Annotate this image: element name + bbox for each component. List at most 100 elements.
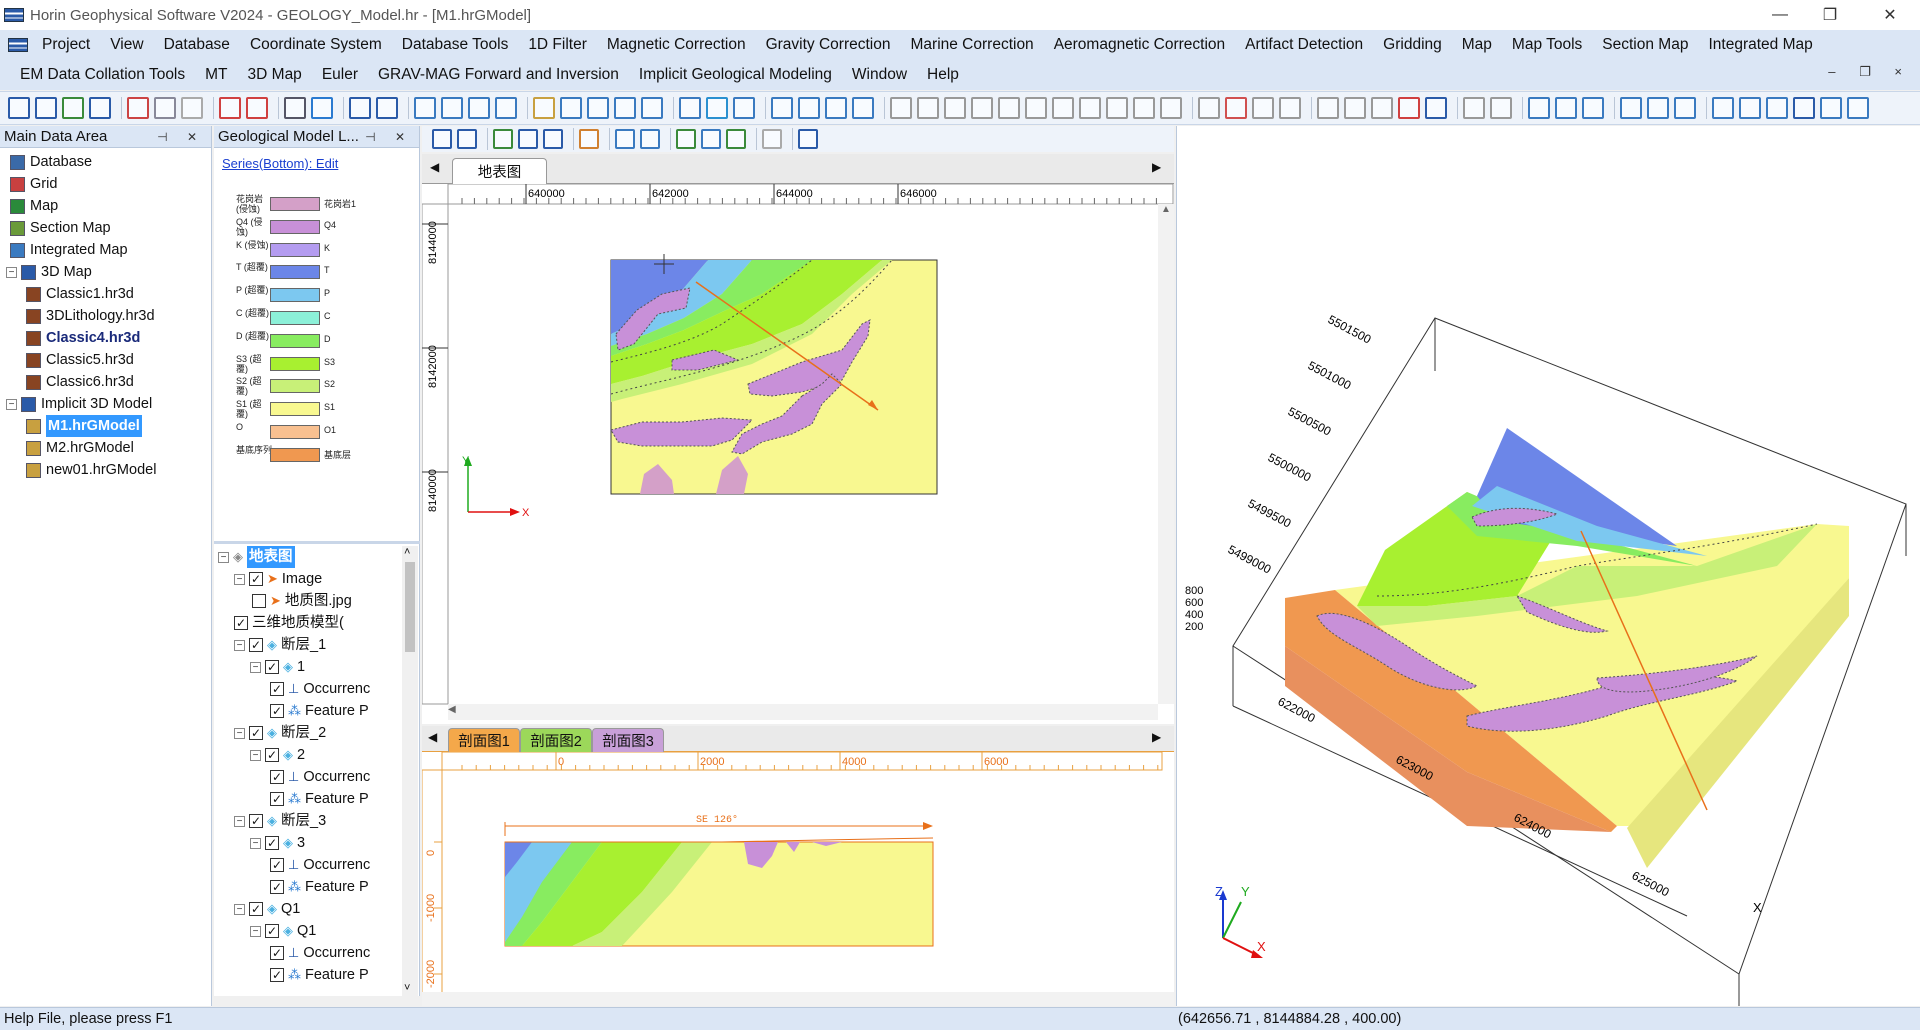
map-view[interactable]: 640000 642000 644000 646000 8144000 8142000 81… [422, 184, 1174, 724]
menu-map-tools[interactable]: Map Tools [1502, 36, 1592, 54]
toolbar-tool-47-icon[interactable] [1398, 97, 1420, 119]
section-tab-left-icon[interactable]: ◀ [428, 730, 437, 744]
view-3d[interactable]: 5501500 5501000 5500500 5500000 5499500 54990… [1176, 126, 1920, 1006]
menu-aeromagnetic-correction[interactable]: Aeromagnetic Correction [1044, 36, 1235, 54]
menu-3d-map[interactable]: 3D Map [238, 66, 312, 84]
toolbar-tool-18-icon[interactable] [560, 97, 582, 119]
toolbar-tool-19-icon[interactable] [587, 97, 609, 119]
layer-tree-root[interactable]: − ◈ 地表图 [218, 546, 404, 568]
toolbar-tool-14-icon[interactable] [441, 97, 463, 119]
toolbar-tool-28-icon[interactable] [852, 97, 874, 119]
toolbar-tool-31-icon[interactable] [944, 97, 966, 119]
menu-gridding[interactable]: Gridding [1373, 36, 1452, 54]
toolbar-tool-57-icon[interactable] [1712, 97, 1734, 119]
toolbar-tool-59-icon[interactable] [1766, 97, 1788, 119]
toolbar-tool-36-icon[interactable] [1079, 97, 1101, 119]
layer-tree-item[interactable]: − ✓ ◈ 2 [218, 744, 404, 766]
toolbar-tool-12-icon[interactable] [376, 97, 398, 119]
view-tool-0-icon[interactable] [432, 129, 452, 149]
menu-implicit-geological-modeling[interactable]: Implicit Geological Modeling [629, 66, 842, 84]
toolbar-tool-51-icon[interactable] [1528, 97, 1550, 119]
view-tool-7-icon[interactable] [579, 129, 599, 149]
tree-item-m2-hrgmodel[interactable]: M2.hrGModel [0, 437, 211, 459]
menu-app-icon[interactable] [8, 38, 28, 52]
legend-row[interactable]: K (侵蚀) K [214, 240, 384, 260]
toolbar-tool-40-icon[interactable] [1198, 97, 1220, 119]
toolbar-tool-54-icon[interactable] [1620, 97, 1642, 119]
collapse-icon[interactable]: − [6, 266, 17, 278]
toolbar-tool-56-icon[interactable] [1674, 97, 1696, 119]
toolbar-tool-0-icon[interactable] [8, 97, 30, 119]
layer-tree-item[interactable]: ✓ ⁂ Feature P [218, 876, 404, 898]
toolbar-tool-44-icon[interactable] [1317, 97, 1339, 119]
toolbar-tool-21-icon[interactable] [641, 97, 663, 119]
layer-tree-item[interactable]: ✓ ⊥ Occurrenc [218, 942, 404, 964]
mdi-window-controls[interactable]: – ❐ × [1828, 64, 1912, 80]
legend-row[interactable]: T (超覆) T [214, 262, 384, 282]
layer-tree-item[interactable]: ➤ 地质图.jpg [218, 590, 404, 612]
tree-item-3dlithology-hr3d[interactable]: 3DLithology.hr3d [0, 305, 211, 327]
layer-checkbox[interactable]: ✓ [265, 924, 279, 938]
toolbar-tool-10-icon[interactable] [311, 97, 333, 119]
collapse-icon[interactable]: − [250, 661, 261, 673]
collapse-icon[interactable]: − [218, 551, 229, 563]
legend-row[interactable]: S3 (超覆) S3 [214, 354, 384, 374]
toolbar-tool-17-icon[interactable] [533, 97, 555, 119]
tab-scroll-left-icon[interactable]: ◀ [430, 160, 439, 174]
toolbar-tool-22-icon[interactable] [679, 97, 701, 119]
legend-swatch[interactable] [270, 219, 320, 234]
tree-item-m1-hrgmodel[interactable]: M1.hrGModel [0, 415, 211, 437]
toolbar-tool-2-icon[interactable] [62, 97, 84, 119]
layer-tree-item[interactable]: − ✓ ➤ Image [218, 568, 404, 590]
tree-item-grid[interactable]: Grid [0, 173, 211, 195]
toolbar-tool-45-icon[interactable] [1344, 97, 1366, 119]
layer-tree-item[interactable]: ✓ ⊥ Occurrenc [218, 678, 404, 700]
pin-close-icons[interactable]: ⊣ ✕ [157, 130, 205, 144]
tree-item-3d-map[interactable]: − 3D Map [0, 261, 211, 283]
layer-checkbox[interactable]: ✓ [265, 748, 279, 762]
view-tool-4-icon[interactable] [518, 129, 538, 149]
toolbar-tool-32-icon[interactable] [971, 97, 993, 119]
menu-section-map[interactable]: Section Map [1592, 36, 1698, 54]
tree-item-map[interactable]: Map [0, 195, 211, 217]
panel-splitter[interactable] [214, 541, 420, 544]
tree-item-classic4-hr3d[interactable]: Classic4.hr3d [0, 327, 211, 349]
toolbar-tool-24-icon[interactable] [733, 97, 755, 119]
tab-scroll-right-icon[interactable]: ▶ [1152, 160, 1161, 174]
legend-row[interactable]: S2 (超覆) S2 [214, 376, 384, 396]
toolbar-tool-8-icon[interactable] [246, 97, 268, 119]
layer-tree-item[interactable]: ✓ ⊥ Occurrenc [218, 766, 404, 788]
tree-item-database[interactable]: Database [0, 151, 211, 173]
menu-view[interactable]: View [100, 36, 153, 54]
toolbar-tool-6-icon[interactable] [181, 97, 203, 119]
tree-item-section-map[interactable]: Section Map [0, 217, 211, 239]
toolbar-tool-27-icon[interactable] [825, 97, 847, 119]
geo-pin-close-icons[interactable]: ⊣ ✕ [365, 130, 413, 144]
toolbar-tool-61-icon[interactable] [1820, 97, 1842, 119]
legend-swatch[interactable] [270, 425, 320, 439]
menu-database-tools[interactable]: Database Tools [392, 36, 519, 54]
view-tool-1-icon[interactable] [457, 129, 477, 149]
toolbar-tool-49-icon[interactable] [1463, 97, 1485, 119]
tab-section-3[interactable]: 剖面图3 [592, 728, 664, 752]
series-edit-link[interactable]: Series(Bottom): Edit [222, 156, 338, 171]
tree-item-new01-hrgmodel[interactable]: new01.hrGModel [0, 459, 211, 481]
layer-checkbox[interactable]: ✓ [270, 858, 284, 872]
view-tool-3-icon[interactable] [493, 129, 513, 149]
layer-checkbox[interactable]: ✓ [270, 770, 284, 784]
layer-checkbox[interactable]: ✓ [234, 616, 248, 630]
toolbar-tool-46-icon[interactable] [1371, 97, 1393, 119]
toolbar-tool-50-icon[interactable] [1490, 97, 1512, 119]
section-tab-right-icon[interactable]: ▶ [1152, 730, 1161, 744]
layer-tree-item[interactable]: ✓ 三维地质模型( [218, 612, 404, 634]
menu-grav-mag-forward-and-inversion[interactable]: GRAV-MAG Forward and Inversion [368, 66, 629, 84]
view-tool-16-icon[interactable] [762, 129, 782, 149]
layer-checkbox[interactable]: ✓ [270, 880, 284, 894]
tree-item-implicit-3d-model[interactable]: − Implicit 3D Model [0, 393, 211, 415]
close-button[interactable]: ✕ [1860, 0, 1920, 30]
toolbar-tool-39-icon[interactable] [1160, 97, 1182, 119]
layer-tree-item[interactable]: − ✓ ◈ Q1 [218, 920, 404, 942]
collapse-icon[interactable]: − [234, 573, 245, 585]
toolbar-tool-3-icon[interactable] [89, 97, 111, 119]
tree-item-classic5-hr3d[interactable]: Classic5.hr3d [0, 349, 211, 371]
